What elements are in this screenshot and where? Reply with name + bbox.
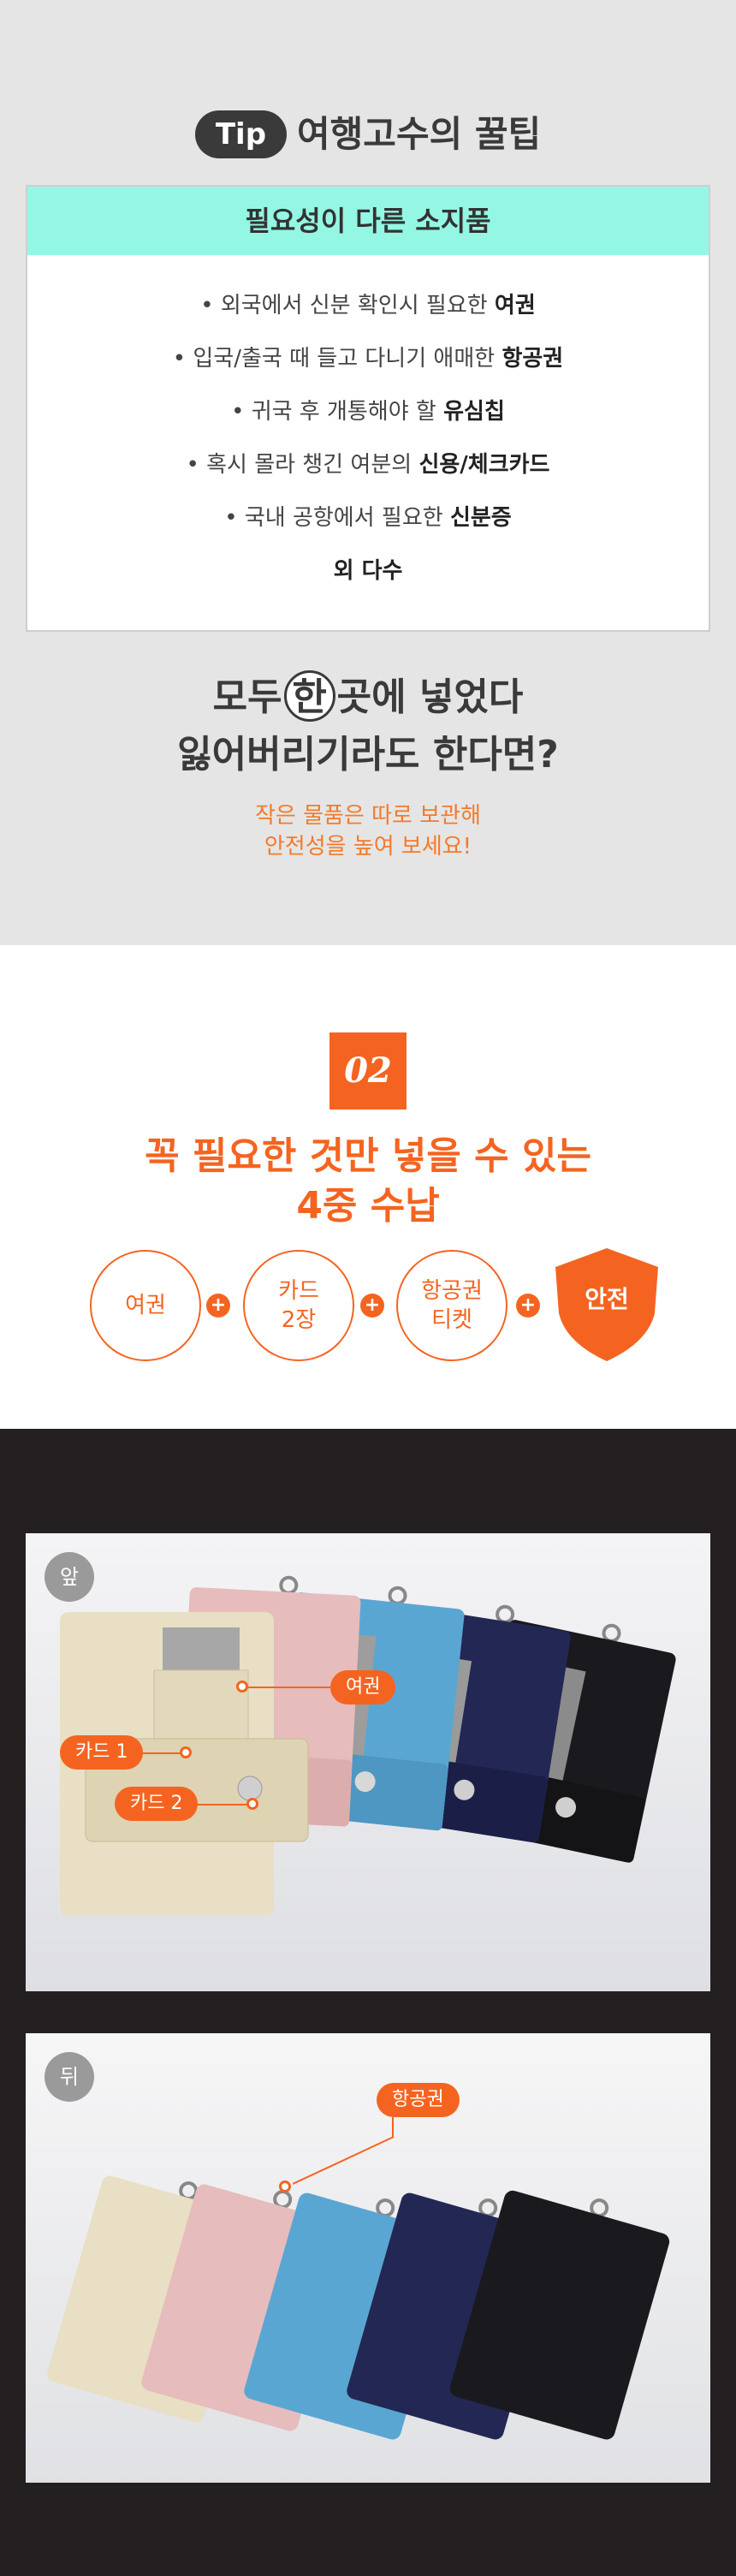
list-item: • 입국/출국 때 들고 다니기 애매한 항공권 [172, 346, 564, 372]
list-item: • 귀국 후 개통해야 할 유심칩 [231, 399, 505, 425]
tip-box-title: 필요성이 다른 소지품 [27, 187, 709, 255]
front-photo: 앞 여권 카드 1 카드 2 [26, 1533, 710, 1991]
side-label-front: 앞 [45, 1552, 94, 1602]
section-title-line1: 꼭 필요한 것만 넣을 수 있는 [145, 1134, 591, 1178]
tip-section: Tip 여행고수의 꿀팁 필요성이 다른 소지품 • 외국에서 신분 확인시 필요… [0, 0, 736, 945]
side-label-back: 뒤 [45, 2052, 94, 2102]
section-number-badge: 02 [329, 1032, 407, 1110]
callout-card2: 카드 2 [115, 1787, 199, 1821]
storage-section: 02 꼭 필요한 것만 넣을 수 있는 4중 수납 여권 + 카드 2장 + 항… [0, 945, 736, 1429]
circle-ticket: 항공권 티켓 [396, 1250, 507, 1361]
callout-dot [180, 1746, 192, 1758]
list-item: • 국내 공항에서 필요한 신분증 [224, 505, 512, 531]
callout-dot [279, 2180, 291, 2192]
circle-passport: 여권 [90, 1250, 201, 1361]
photo-section: 앞 여권 카드 1 카드 2 뒤 항공권 [0, 1429, 736, 2576]
sub-line2: 안전성을 높여 보세요! [264, 834, 472, 860]
shield-label: 안전 [585, 1285, 629, 1313]
list-item-etc: 외 다수 [333, 558, 403, 584]
tip-box: 필요성이 다른 소지품 • 외국에서 신분 확인시 필요한 여권 • 입국/출국… [26, 185, 710, 632]
headline-line2: 잃어버리기라도 한다면? [177, 733, 559, 776]
callout-line [392, 2117, 394, 2138]
tip-header: Tip 여행고수의 꿀팁 [0, 106, 736, 161]
callout-passport: 여권 [330, 1670, 396, 1704]
plus-icon: + [360, 1294, 384, 1318]
sub-line1: 작은 물품은 따로 보관해 [255, 803, 481, 829]
han-circle: 한 [283, 670, 335, 722]
callout-card1: 카드 1 [60, 1735, 144, 1770]
tip-badge: Tip [194, 110, 288, 158]
plus-icon: + [516, 1294, 540, 1318]
callout-dot [236, 1681, 248, 1693]
circle-cards: 카드 2장 [243, 1250, 354, 1361]
callout-line [135, 1752, 181, 1754]
callout-line [248, 1687, 330, 1688]
list-item: • 혹시 몰라 챙긴 여분의 신용/체크카드 [186, 452, 550, 478]
tip-list: • 외국에서 신분 확인시 필요한 여권 • 입국/출국 때 들고 다니기 애매… [27, 255, 709, 598]
callout-ticket: 항공권 [377, 2083, 460, 2117]
tip-title: 여행고수의 꿀팁 [297, 112, 542, 155]
back-photo: 뒤 항공권 [26, 2033, 710, 2483]
section-title-line2: 4중 수납 [296, 1184, 440, 1228]
headline-line1: 모두 한 곳에 넣었다 [0, 669, 736, 726]
callout-line [193, 1804, 248, 1806]
callout-dot [246, 1798, 258, 1810]
plus-icon: + [206, 1294, 230, 1318]
list-item: • 외국에서 신분 확인시 필요한 여권 [200, 293, 536, 318]
shield-icon: 안전 [549, 1245, 665, 1365]
